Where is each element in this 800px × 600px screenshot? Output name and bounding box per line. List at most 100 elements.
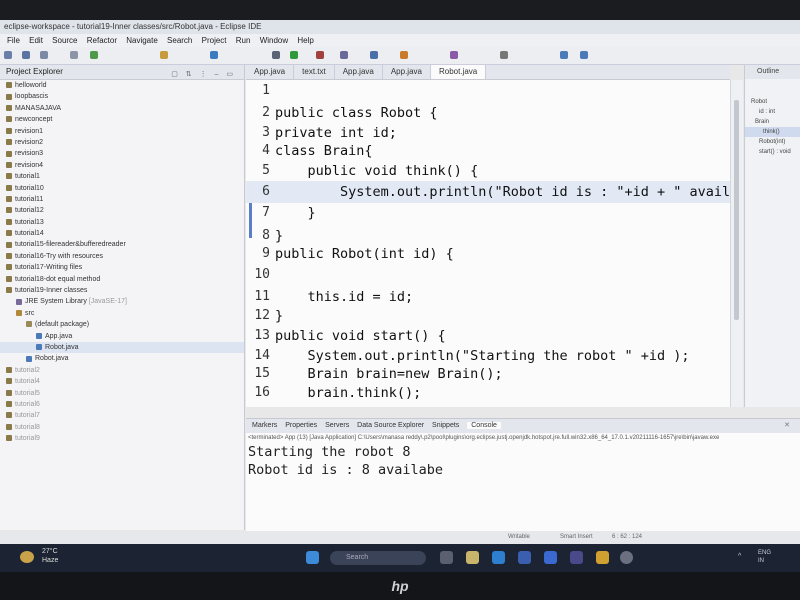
console-output[interactable]: Starting the robot 8 Robot id is : 8 ava… <box>246 443 800 479</box>
tree-item[interactable]: tutorial1 <box>0 171 244 182</box>
tree-item[interactable]: tutorial4 <box>0 376 244 387</box>
tree-item[interactable]: tutorial16-Try with resources <box>0 251 244 262</box>
open-type-icon[interactable] <box>400 51 408 59</box>
menu-help[interactable]: Help <box>297 36 313 45</box>
outline-item-selected[interactable]: think() <box>745 127 800 137</box>
back-icon[interactable] <box>560 51 568 59</box>
line-number: 1 <box>262 83 270 98</box>
taskbar-search[interactable]: Search <box>330 551 426 565</box>
tray-chevron-icon[interactable]: ^ <box>738 553 741 560</box>
code-editor[interactable]: App.java text.txt App.java App.java Robot.ja… <box>246 65 738 407</box>
tree-item[interactable]: tutorial7 <box>0 410 244 421</box>
tree-item-expanded[interactable]: src <box>0 308 244 319</box>
outline-title[interactable]: Outline <box>745 65 800 79</box>
project-icon <box>6 127 12 134</box>
tree-item[interactable]: revision2 <box>0 137 244 148</box>
menu-navigate[interactable]: Navigate <box>126 36 158 45</box>
tree-item[interactable]: Robot.java <box>0 353 244 364</box>
tree-item[interactable]: tutorial6 <box>0 399 244 410</box>
tree-item[interactable]: loopbascis <box>0 91 244 102</box>
tree-item[interactable]: tutorial18-dot equal method <box>0 274 244 285</box>
scrollbar-thumb[interactable] <box>734 100 739 320</box>
weather-icon[interactable] <box>20 551 34 563</box>
editor-tab[interactable]: App.java <box>335 65 383 79</box>
menu-run[interactable]: Run <box>236 36 251 45</box>
app-icon[interactable] <box>620 551 633 564</box>
tree-item[interactable]: MANASAJAVA <box>0 103 244 114</box>
editor-scrollbar[interactable] <box>730 80 743 407</box>
tree-item-selected[interactable]: Robot.java <box>0 341 244 354</box>
task-view-icon[interactable] <box>440 551 453 564</box>
tree-item-expanded[interactable]: (default package) <box>0 319 244 330</box>
editor-tab[interactable]: App.java <box>383 65 431 79</box>
package-icon[interactable] <box>160 51 168 59</box>
tree-item[interactable]: tutorial10 <box>0 183 244 194</box>
menu-window[interactable]: Window <box>260 36 288 45</box>
menu-project[interactable]: Project <box>202 36 227 45</box>
new-class-icon[interactable] <box>370 51 378 59</box>
new-icon[interactable] <box>4 51 12 59</box>
chrome-icon[interactable] <box>596 551 609 564</box>
menu-search[interactable]: Search <box>167 36 192 45</box>
run-app-icon[interactable] <box>290 51 298 59</box>
tree-item[interactable]: tutorial2 <box>0 365 244 376</box>
outline-item[interactable]: start() : void <box>745 147 800 157</box>
eclipse-icon[interactable] <box>570 551 583 564</box>
language-indicator[interactable]: ENG IN <box>758 549 771 565</box>
outline-item[interactable]: Robot(int) <box>745 137 800 147</box>
editor-tab-active[interactable]: Robot.java <box>430 65 487 79</box>
save-icon[interactable] <box>22 51 30 59</box>
start-icon[interactable] <box>306 551 319 564</box>
menu-refactor[interactable]: Refactor <box>87 36 117 45</box>
tab-console[interactable]: Console <box>467 422 501 429</box>
run-icon[interactable] <box>90 51 98 59</box>
tab-servers[interactable]: Servers <box>325 422 349 429</box>
tab-properties[interactable]: Properties <box>285 422 317 429</box>
tree-item[interactable]: JRE System Library [JavaSE-17] <box>0 296 244 307</box>
tree-item[interactable]: revision4 <box>0 160 244 171</box>
tab-markers[interactable]: Markers <box>252 422 277 429</box>
outline-item[interactable]: Robot <box>745 97 800 107</box>
coverage-icon[interactable] <box>316 51 324 59</box>
mail-icon[interactable] <box>544 551 557 564</box>
code-area[interactable]: 1 2 public class Robot { 3 private int id;… <box>246 80 738 407</box>
tree-item[interactable]: App.java <box>0 331 244 342</box>
menu-file[interactable]: File <box>7 36 20 45</box>
debug-icon[interactable] <box>70 51 78 59</box>
tree-item[interactable]: tutorial5 <box>0 388 244 399</box>
annotation-icon[interactable] <box>500 51 508 59</box>
menu-edit[interactable]: Edit <box>29 36 43 45</box>
console-close-icon[interactable]: ✕ <box>784 419 790 433</box>
tree-item[interactable]: helloworld <box>0 80 244 91</box>
editor-tab[interactable]: App.java <box>246 65 295 79</box>
outline-item[interactable]: Brain <box>745 117 800 127</box>
search-tool-icon[interactable] <box>450 51 458 59</box>
tree-item[interactable]: tutorial12 <box>0 205 244 216</box>
debug-run-icon[interactable] <box>272 51 280 59</box>
tree-item-expanded[interactable]: tutorial19-Inner classes <box>0 285 244 296</box>
file-explorer-icon[interactable] <box>466 551 479 564</box>
weather-widget[interactable]: 27°C Haze <box>42 547 58 565</box>
tree-item[interactable]: tutorial17-Writing files <box>0 262 244 273</box>
tree-item[interactable]: tutorial13 <box>0 217 244 228</box>
external-tools-icon[interactable] <box>340 51 348 59</box>
tree-item[interactable]: revision3 <box>0 148 244 159</box>
outline-item[interactable]: id : int <box>745 107 800 117</box>
tree-item[interactable]: tutorial8 <box>0 422 244 433</box>
tree-item[interactable]: tutorial9 <box>0 433 244 444</box>
editor-tab[interactable]: text.txt <box>294 65 335 79</box>
save-all-icon[interactable] <box>40 51 48 59</box>
store-icon[interactable] <box>518 551 531 564</box>
tree-item[interactable]: tutorial11 <box>0 194 244 205</box>
tab-data-source-explorer[interactable]: Data Source Explorer <box>357 422 424 429</box>
build-icon[interactable] <box>210 51 218 59</box>
project-explorer-tab[interactable]: Project Explorer ▢ ⇅ ⋮ – ▭ <box>0 65 244 80</box>
tree-item[interactable]: tutorial14 <box>0 228 244 239</box>
tab-snippets[interactable]: Snippets <box>432 422 459 429</box>
tree-item[interactable]: revision1 <box>0 126 244 137</box>
menu-source[interactable]: Source <box>52 36 77 45</box>
forward-icon[interactable] <box>580 51 588 59</box>
tree-item[interactable]: newconcept <box>0 114 244 125</box>
edge-icon[interactable] <box>492 551 505 564</box>
tree-item[interactable]: tutorial15-filereader&bufferedreader <box>0 239 244 250</box>
